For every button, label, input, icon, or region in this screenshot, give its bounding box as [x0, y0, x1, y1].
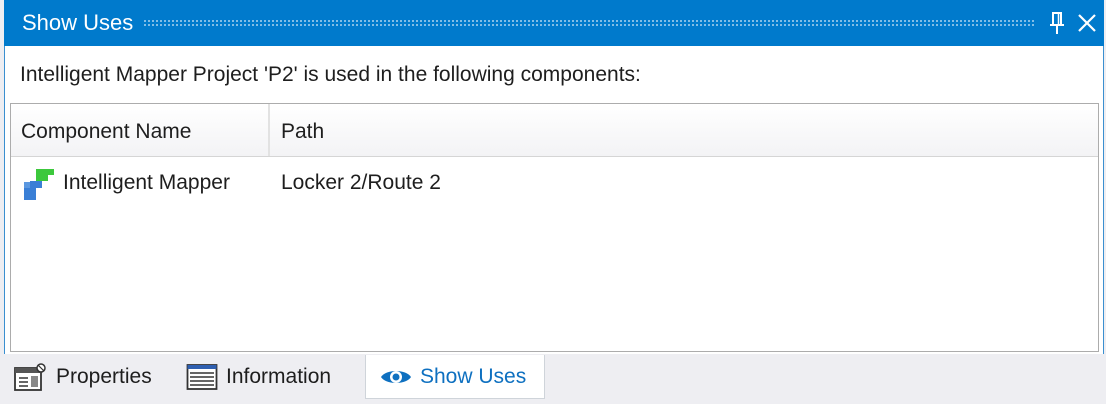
tab-properties-label: Properties: [56, 365, 152, 388]
drag-grip[interactable]: [143, 19, 1034, 27]
eye-icon: [380, 366, 412, 388]
close-icon: [1078, 14, 1096, 32]
column-header-component-name[interactable]: Component Name: [11, 104, 270, 156]
pin-icon: [1050, 12, 1064, 34]
uses-description: Intelligent Mapper Project 'P2' is used …: [20, 63, 641, 86]
panel-title-bar[interactable]: Show Uses: [4, 0, 1104, 46]
column-header-path[interactable]: Path: [272, 104, 1098, 156]
component-name-cell: Intelligent Mapper: [63, 171, 230, 194]
close-button[interactable]: [1074, 8, 1100, 38]
information-icon: [186, 363, 218, 391]
table-row[interactable]: Intelligent Mapper Locker 2/Route 2: [11, 160, 1098, 202]
tab-properties[interactable]: Properties: [12, 355, 172, 399]
grid-header: Component Name Path: [11, 104, 1098, 157]
tab-show-uses[interactable]: Show Uses: [365, 355, 545, 399]
tab-information-label: Information: [226, 365, 332, 388]
intelligent-mapper-icon: [24, 169, 54, 200]
panel-title: Show Uses: [22, 10, 134, 35]
tab-information[interactable]: Information: [186, 355, 362, 399]
pin-button[interactable]: [1044, 8, 1070, 38]
path-cell: Locker 2/Route 2: [281, 171, 441, 194]
properties-icon: [12, 362, 48, 392]
tool-window-tabs: Properties Information Show Uses: [0, 355, 1106, 404]
tab-show-uses-label: Show Uses: [420, 364, 527, 388]
uses-grid: Component Name Path Intelligent Mapper L…: [10, 103, 1099, 352]
